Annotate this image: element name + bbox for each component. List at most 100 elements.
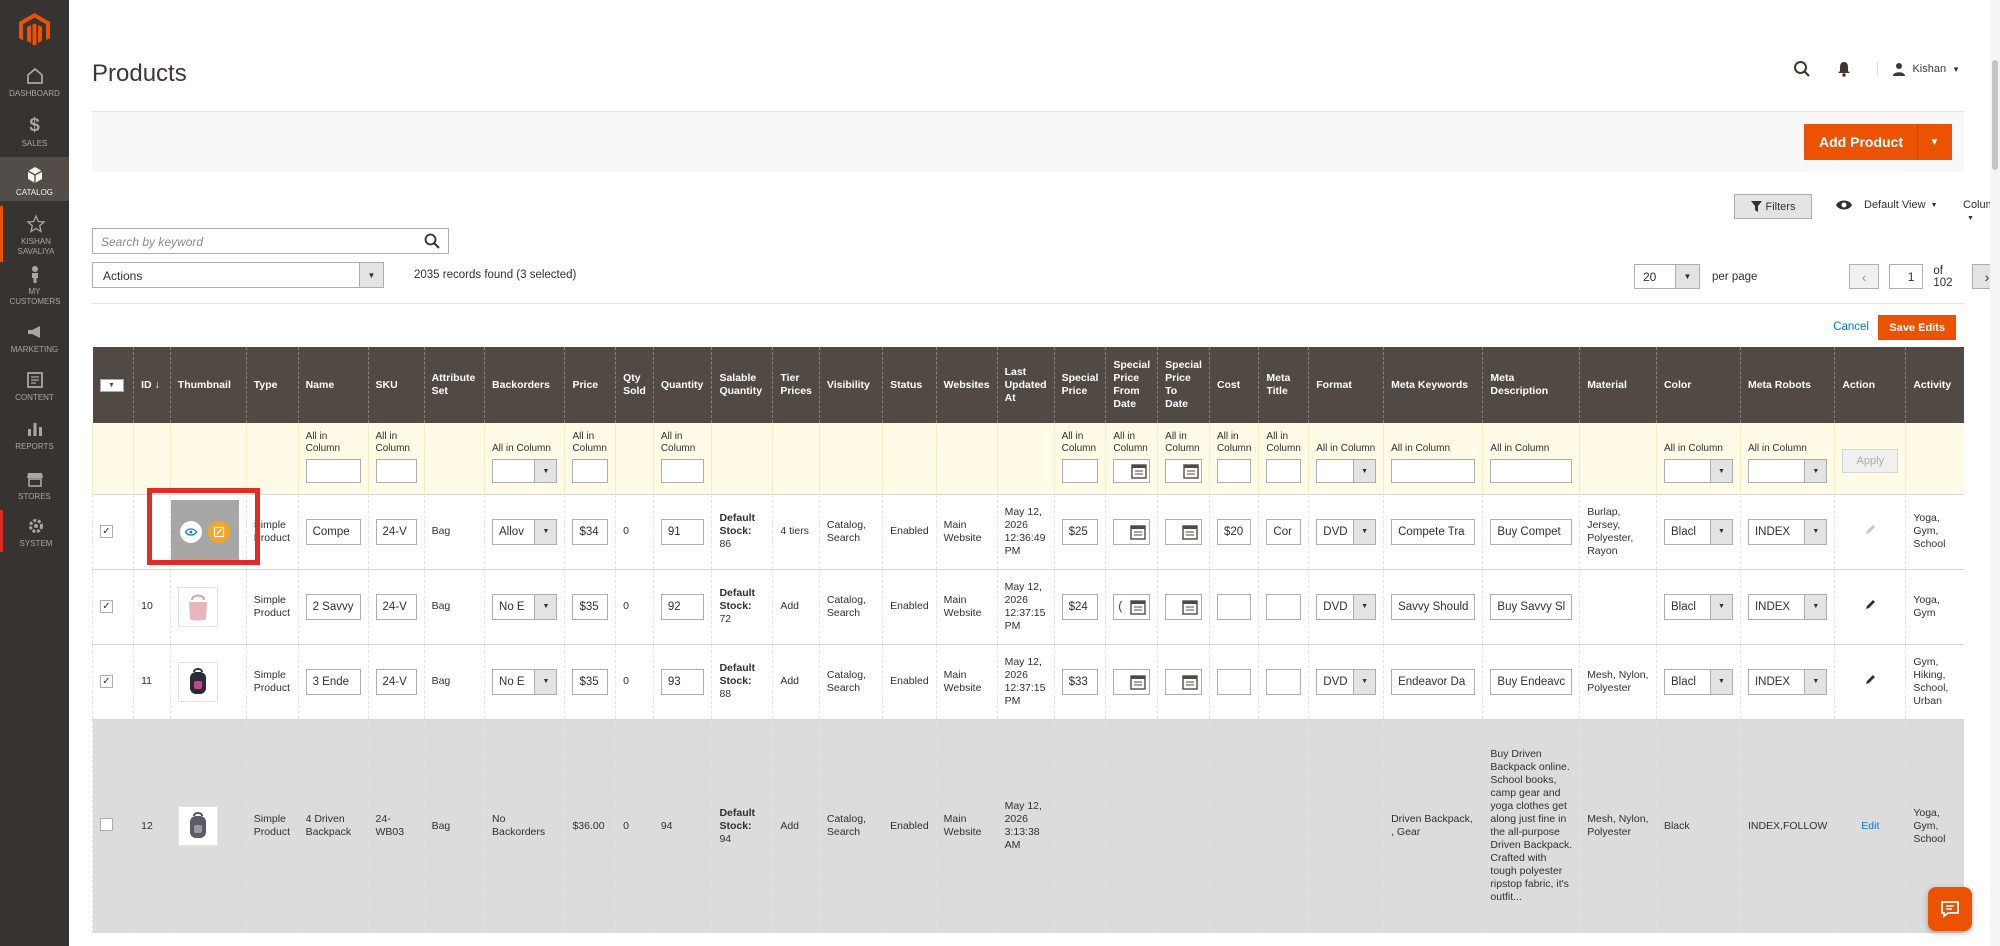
sku-input[interactable]: 24-V bbox=[375, 593, 417, 620]
nav-system[interactable]: SYSTEM bbox=[0, 510, 69, 552]
column-header[interactable]: Websites bbox=[935, 347, 998, 423]
meta-robots-select[interactable]: INDEX ▼ bbox=[1747, 593, 1828, 620]
column-header[interactable]: Meta Title bbox=[1258, 347, 1309, 423]
name-input[interactable]: 3 Ende bbox=[305, 668, 361, 695]
format-select[interactable]: DVD ▼ bbox=[1316, 593, 1377, 620]
column-header[interactable]: Name bbox=[297, 347, 369, 423]
table-row[interactable]: ✓ 10 Simple Product 2 Savvy 24-V Bag No … bbox=[92, 568, 1964, 644]
apply-all-input[interactable] bbox=[660, 459, 705, 483]
row-checkbox[interactable]: ✓ bbox=[100, 525, 113, 538]
nav-catalog[interactable]: CATALOG bbox=[0, 157, 69, 201]
nav-my-customers[interactable]: MY CUSTOMERS bbox=[0, 264, 69, 310]
search-icon[interactable] bbox=[1793, 60, 1811, 78]
nav-kishan-savaliya[interactable]: KISHAN SAVALIYA bbox=[0, 206, 69, 262]
meta-keywords-input[interactable]: Compete Tra bbox=[1391, 518, 1476, 545]
filters-button[interactable]: Filters bbox=[1734, 194, 1812, 219]
edit-image-button[interactable] bbox=[207, 520, 230, 543]
price-input[interactable]: $35 bbox=[572, 593, 609, 620]
cost-input[interactable] bbox=[1216, 593, 1252, 620]
quantity-input[interactable]: 92 bbox=[660, 593, 705, 620]
default-view-selector[interactable]: Default View ▼ bbox=[1835, 199, 1938, 211]
backorders-select[interactable]: No E ▼ bbox=[492, 668, 558, 695]
column-header[interactable]: Salable Quantity bbox=[711, 347, 773, 423]
apply-button[interactable]: Apply bbox=[1842, 449, 1899, 473]
nav-sales[interactable]: $ SALES bbox=[0, 116, 69, 152]
quantity-input[interactable]: 91 bbox=[660, 518, 705, 545]
meta-robots-select[interactable]: INDEX ▼ bbox=[1747, 668, 1828, 695]
color-select[interactable]: Blacl ▼ bbox=[1663, 668, 1733, 695]
meta-title-input[interactable] bbox=[1266, 668, 1302, 695]
calendar-icon[interactable] bbox=[1183, 463, 1199, 479]
pencil-icon[interactable] bbox=[1865, 524, 1876, 535]
nav-content[interactable]: CONTENT bbox=[0, 370, 69, 406]
calendar-icon[interactable] bbox=[1182, 599, 1198, 615]
row-checkbox[interactable]: ✓ bbox=[100, 675, 113, 688]
column-header[interactable]: Activity bbox=[1905, 347, 1964, 423]
apply-all-input[interactable] bbox=[1061, 459, 1099, 483]
color-select[interactable]: Blacl ▼ bbox=[1663, 593, 1733, 620]
column-header[interactable]: Qty Sold bbox=[615, 347, 654, 423]
special-to-date[interactable] bbox=[1165, 518, 1202, 545]
product-thumbnail[interactable] bbox=[177, 806, 218, 847]
column-header[interactable]: Format bbox=[1308, 347, 1384, 423]
search-icon[interactable] bbox=[424, 233, 440, 249]
color-select[interactable]: Blacl ▼ bbox=[1663, 518, 1733, 545]
table-row[interactable]: 12 Simple Product 4 Driven Backpack 24-W… bbox=[92, 718, 1964, 933]
page-scrollbar[interactable] bbox=[1990, 0, 2000, 946]
scrollbar-thumb[interactable] bbox=[1992, 60, 1998, 170]
name-input[interactable]: Compe bbox=[305, 518, 361, 545]
calendar-icon[interactable] bbox=[1130, 674, 1146, 690]
column-header[interactable]: ID ↓ bbox=[133, 347, 171, 423]
special-to-date[interactable] bbox=[1165, 593, 1202, 620]
page-input[interactable]: 1 bbox=[1889, 264, 1924, 289]
column-header[interactable]: SKU bbox=[367, 347, 425, 423]
save-edits-button[interactable]: Save Edits bbox=[1878, 315, 1956, 340]
add-product-dropdown-toggle[interactable]: ▼ bbox=[1917, 124, 1951, 160]
pencil-icon[interactable] bbox=[1865, 674, 1876, 685]
apply-all-input[interactable] bbox=[572, 459, 609, 483]
product-thumbnail[interactable] bbox=[177, 586, 218, 627]
calendar-icon[interactable] bbox=[1130, 599, 1146, 615]
apply-all-select[interactable]: ▼ bbox=[1747, 459, 1828, 483]
format-select[interactable]: DVD ▼ bbox=[1316, 668, 1377, 695]
thumbnail-hover-overlay[interactable] bbox=[170, 499, 239, 564]
meta-keywords-input[interactable]: Savvy Should bbox=[1391, 593, 1476, 620]
backorders-select[interactable]: No E ▼ bbox=[492, 593, 558, 620]
special-from-date[interactable] bbox=[1113, 668, 1151, 695]
apply-all-select[interactable]: ▼ bbox=[492, 459, 558, 483]
nav-dashboard[interactable]: DASHBOARD bbox=[0, 66, 69, 102]
apply-all-input[interactable] bbox=[1391, 459, 1476, 483]
meta-description-input[interactable]: Buy Endeavc bbox=[1490, 668, 1573, 695]
column-header[interactable]: Quantity bbox=[652, 347, 712, 423]
special-to-date[interactable] bbox=[1165, 668, 1202, 695]
add-product-button[interactable]: Add Product ▼ bbox=[1804, 124, 1952, 160]
column-header[interactable]: Special Price bbox=[1053, 347, 1106, 423]
column-header[interactable]: Special Price To Date bbox=[1157, 347, 1210, 423]
name-input[interactable]: 2 Savvy bbox=[305, 593, 361, 620]
cancel-edits-link[interactable]: Cancel bbox=[1833, 321, 1869, 333]
calendar-icon[interactable] bbox=[1182, 674, 1198, 690]
column-header[interactable]: Material bbox=[1579, 347, 1657, 423]
calendar-icon[interactable] bbox=[1131, 463, 1147, 479]
apply-all-input[interactable] bbox=[1216, 459, 1252, 483]
nav-reports[interactable]: REPORTS bbox=[0, 419, 69, 455]
search-input[interactable]: Search by keyword bbox=[101, 235, 203, 249]
apply-all-select[interactable]: ▼ bbox=[1663, 459, 1733, 483]
column-header[interactable]: Visibility bbox=[818, 347, 883, 423]
bell-icon[interactable] bbox=[1837, 61, 1851, 77]
mass-select-dropdown[interactable]: ▼ bbox=[99, 379, 124, 392]
column-header[interactable]: Meta Keywords bbox=[1383, 347, 1483, 423]
apply-all-input[interactable] bbox=[1266, 459, 1302, 483]
edit-link[interactable]: Edit bbox=[1861, 820, 1879, 832]
apply-all-input[interactable] bbox=[375, 459, 417, 483]
special-price-input[interactable]: $33 bbox=[1061, 668, 1099, 695]
special-from-date[interactable]: ( bbox=[1113, 593, 1151, 620]
column-header[interactable]: Meta Robots bbox=[1739, 347, 1835, 423]
column-header[interactable]: Last Updated At bbox=[996, 347, 1055, 423]
meta-keywords-input[interactable]: Endeavor Da bbox=[1391, 668, 1476, 695]
tier-prices-cell[interactable]: 4 tiers bbox=[772, 493, 820, 569]
meta-title-input[interactable]: Cor bbox=[1266, 518, 1302, 545]
apply-all-select[interactable]: ▼ bbox=[1316, 459, 1377, 483]
select-all-header[interactable]: ▼ bbox=[92, 347, 134, 423]
nav-marketing[interactable]: MARKETING bbox=[0, 322, 69, 358]
